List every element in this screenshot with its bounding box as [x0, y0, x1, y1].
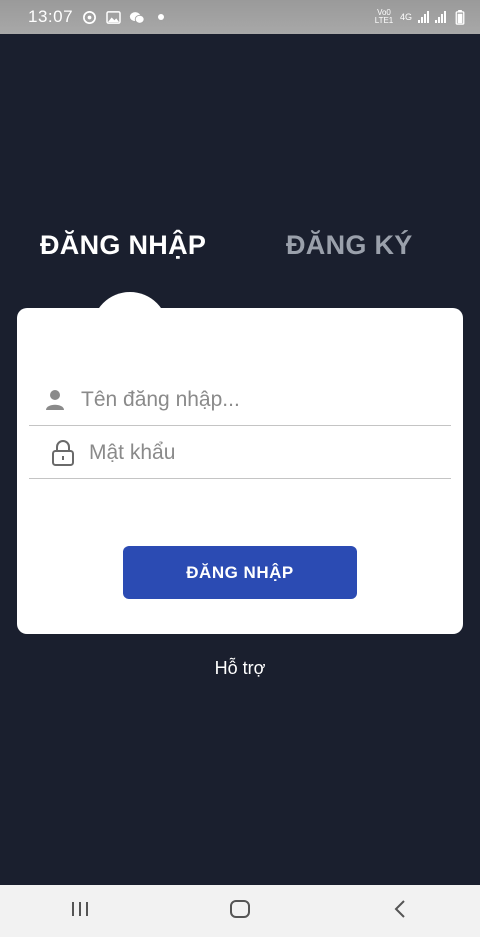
tab-register[interactable]: ĐĂNG KÝ	[286, 230, 413, 261]
tab-login[interactable]: ĐĂNG NHẬP	[40, 230, 206, 261]
signal-icon	[435, 11, 446, 23]
network-label-bottom: LTE1	[374, 16, 394, 25]
status-time: 13:07	[28, 7, 74, 26]
lock-icon	[43, 433, 83, 473]
password-input[interactable]	[89, 440, 429, 465]
password-field	[29, 427, 451, 479]
gallery-icon	[105, 9, 121, 25]
username-field	[29, 374, 451, 426]
network-type: 4G	[399, 12, 412, 22]
messenger-icon	[129, 9, 145, 25]
recent-apps-icon	[70, 900, 90, 923]
login-card: ĐĂNG NHẬP	[17, 308, 463, 634]
username-input[interactable]	[81, 387, 441, 412]
battery-icon	[452, 9, 468, 25]
whatsapp-icon	[81, 9, 97, 25]
home-button[interactable]	[210, 889, 270, 933]
back-icon	[393, 899, 407, 924]
login-button[interactable]: ĐĂNG NHẬP	[123, 546, 357, 599]
status-left: 13:07	[28, 7, 169, 27]
user-icon	[35, 380, 75, 420]
back-button[interactable]	[370, 889, 430, 933]
network-label: Vo0 LTE1	[374, 9, 394, 25]
main-area: ĐĂNG NHẬP ĐĂNG KÝ ĐĂNG NHẬP	[0, 34, 480, 885]
status-bar: 13:07 Vo0 LTE1 4G	[0, 0, 480, 34]
support-link[interactable]: Hỗ trợ	[0, 658, 480, 679]
recent-apps-button[interactable]	[50, 889, 110, 933]
system-nav-bar	[0, 885, 480, 937]
signal-icon	[418, 11, 429, 23]
status-right: Vo0 LTE1 4G	[374, 9, 468, 25]
auth-tabs: ĐĂNG NHẬP ĐĂNG KÝ	[0, 230, 480, 270]
home-icon	[229, 899, 251, 924]
dot-icon	[153, 9, 169, 25]
